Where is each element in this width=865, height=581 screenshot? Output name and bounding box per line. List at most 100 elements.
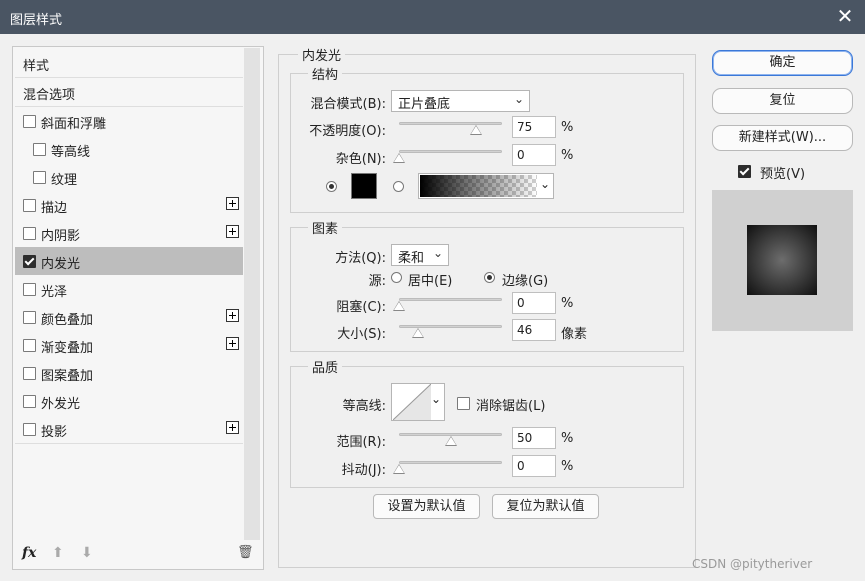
- list-item-inner-glow[interactable]: 内发光: [15, 247, 243, 276]
- preview-checkbox[interactable]: [738, 165, 751, 178]
- new-style-button[interactable]: 新建样式(W)...: [712, 125, 853, 151]
- size-slider-thumb[interactable]: [411, 328, 424, 338]
- checkbox[interactable]: [23, 395, 36, 408]
- gradient-radio[interactable]: [393, 181, 404, 192]
- size-input[interactable]: 46: [512, 319, 556, 341]
- add-icon[interactable]: [226, 421, 239, 434]
- contour-label: 等高线:: [342, 399, 386, 414]
- opacity-slider[interactable]: [399, 122, 502, 125]
- checkbox[interactable]: [23, 115, 36, 128]
- list-item-label: 纹理: [51, 173, 78, 188]
- list-item-gradient-overlay[interactable]: 渐变叠加: [15, 331, 243, 360]
- method-select[interactable]: 柔和 ⌄: [391, 244, 449, 266]
- reset-default-button[interactable]: 复位为默认值: [492, 494, 599, 519]
- checkbox[interactable]: [23, 339, 36, 352]
- window-title: 图层样式: [10, 13, 63, 28]
- list-item-inner-shadow[interactable]: 内阴影: [15, 219, 243, 248]
- add-icon[interactable]: [226, 225, 239, 238]
- jitter-label: 抖动(J):: [341, 463, 386, 478]
- choke-slider[interactable]: [399, 298, 502, 301]
- chevron-down-icon: ⌄: [432, 246, 443, 260]
- ok-button[interactable]: 确定: [712, 50, 853, 76]
- jitter-input[interactable]: 0: [512, 455, 556, 477]
- trash-icon[interactable]: 🗑: [237, 545, 254, 560]
- list-item-stroke[interactable]: 描边: [15, 191, 243, 220]
- size-label: 大小(S):: [337, 327, 386, 342]
- contour-curve-icon: [393, 384, 431, 420]
- move-down-icon[interactable]: ⬇: [81, 545, 93, 561]
- add-icon[interactable]: [226, 309, 239, 322]
- anti-alias-checkbox[interactable]: [457, 397, 470, 410]
- choke-input[interactable]: 0: [512, 292, 556, 314]
- list-item-label: 渐变叠加: [41, 341, 94, 356]
- percent-unit: %: [561, 459, 574, 474]
- chevron-down-icon: ⌄: [513, 92, 524, 106]
- color-swatch[interactable]: [351, 173, 377, 199]
- list-item-label: 内发光: [41, 257, 81, 272]
- opacity-label: 不透明度(O):: [309, 124, 386, 139]
- list-item-texture[interactable]: 纹理: [15, 163, 243, 192]
- checkbox[interactable]: [23, 255, 36, 268]
- contour-picker[interactable]: ⌄: [391, 383, 445, 421]
- percent-unit: %: [561, 296, 574, 311]
- list-item-color-overlay[interactable]: 颜色叠加: [15, 303, 243, 332]
- blend-options-item[interactable]: 混合选项: [15, 78, 243, 107]
- color-radio[interactable]: [326, 181, 337, 192]
- checkbox[interactable]: [23, 283, 36, 296]
- close-icon[interactable]: ✕: [833, 4, 857, 28]
- blend-mode-label: 混合模式(B):: [310, 97, 386, 112]
- list-header-styles[interactable]: 样式: [15, 49, 243, 78]
- jitter-slider-thumb[interactable]: [393, 464, 405, 474]
- checkbox[interactable]: [23, 311, 36, 324]
- preview-swatch: [747, 225, 817, 295]
- checkbox[interactable]: [23, 367, 36, 380]
- source-center-label[interactable]: 居中(E): [408, 270, 452, 289]
- choke-label: 阻塞(C):: [336, 300, 386, 315]
- add-icon[interactable]: [226, 337, 239, 350]
- reset-button[interactable]: 复位: [712, 88, 853, 114]
- list-item-contour[interactable]: 等高线: [15, 135, 243, 164]
- list-item-label: 颜色叠加: [41, 313, 94, 328]
- chevron-down-icon: ⌄: [430, 392, 441, 406]
- scrollbar[interactable]: [244, 48, 260, 540]
- checkbox[interactable]: [23, 199, 36, 212]
- move-up-icon[interactable]: ⬆: [52, 545, 64, 561]
- chevron-down-icon: ⌄: [539, 177, 550, 191]
- checkbox[interactable]: [23, 227, 36, 240]
- jitter-slider[interactable]: [399, 461, 502, 464]
- list-item-pattern-overlay[interactable]: 图案叠加: [15, 359, 243, 388]
- checkbox[interactable]: [23, 423, 36, 436]
- list-item-bevel[interactable]: 斜面和浮雕: [15, 107, 243, 136]
- source-center-radio[interactable]: [391, 272, 402, 283]
- source-edge-label[interactable]: 边缘(G): [502, 270, 548, 289]
- checkbox[interactable]: [33, 171, 46, 184]
- opacity-slider-thumb[interactable]: [470, 125, 483, 135]
- source-edge-radio[interactable]: [484, 272, 495, 283]
- list-item-label: 图案叠加: [41, 369, 94, 384]
- fx-icon[interactable]: fx: [22, 545, 36, 561]
- gradient-preview: [420, 175, 537, 197]
- blend-mode-select[interactable]: 正片叠底 ⌄: [391, 90, 530, 112]
- list-item-label: 外发光: [41, 397, 81, 412]
- noise-slider-thumb[interactable]: [393, 153, 405, 163]
- panel-title: 内发光: [298, 45, 346, 64]
- list-item-drop-shadow[interactable]: 投影: [15, 415, 243, 444]
- gradient-picker[interactable]: ⌄: [418, 173, 554, 199]
- add-icon[interactable]: [226, 197, 239, 210]
- blend-options-label: 混合选项: [23, 88, 76, 103]
- anti-alias-label[interactable]: 消除锯齿(L): [476, 395, 545, 414]
- choke-slider-thumb[interactable]: [393, 301, 405, 311]
- list-item-outer-glow[interactable]: 外发光: [15, 387, 243, 416]
- make-default-button[interactable]: 设置为默认值: [373, 494, 480, 519]
- list-item-satin[interactable]: 光泽: [15, 275, 243, 304]
- opacity-input[interactable]: 75: [512, 116, 556, 138]
- quality-legend: 品质: [308, 357, 343, 376]
- checkbox[interactable]: [33, 143, 46, 156]
- percent-unit: %: [561, 431, 574, 446]
- noise-slider[interactable]: [399, 150, 502, 153]
- noise-input[interactable]: 0: [512, 144, 556, 166]
- source-label: 源:: [368, 274, 386, 289]
- preview-label[interactable]: 预览(V): [760, 163, 805, 182]
- range-slider-thumb[interactable]: [444, 436, 457, 446]
- range-input[interactable]: 50: [512, 427, 556, 449]
